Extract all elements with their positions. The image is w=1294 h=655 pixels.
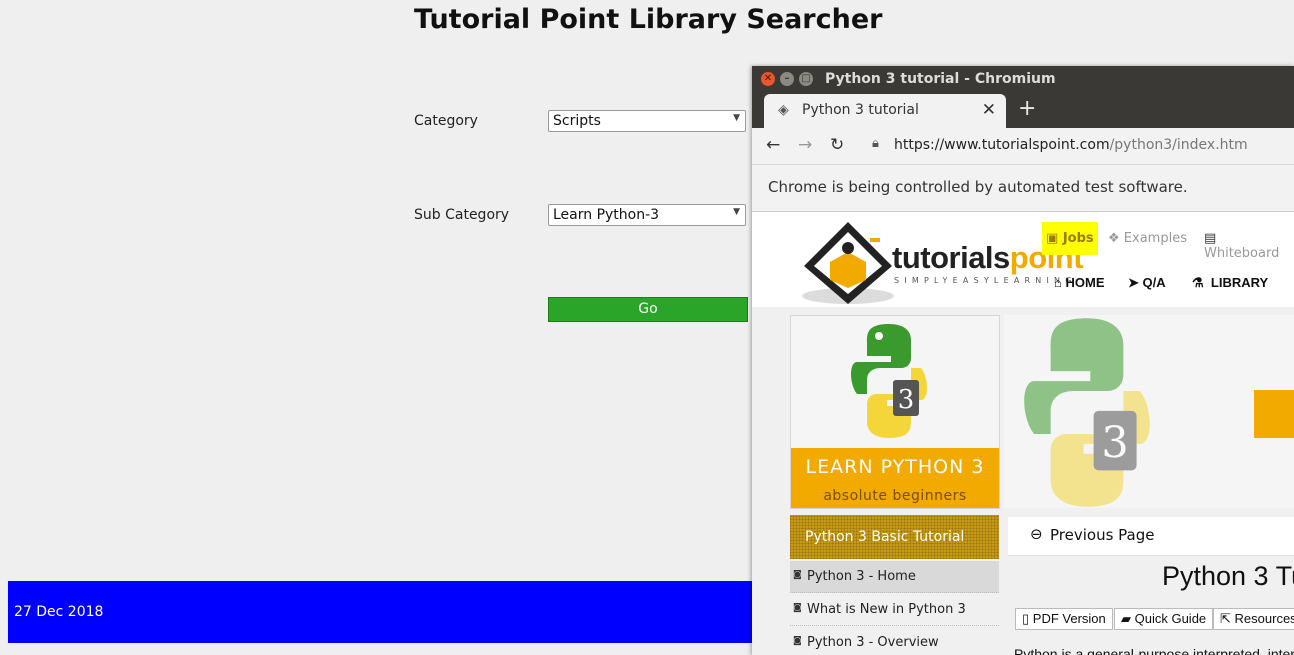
category-label: Category (414, 113, 478, 129)
hero-image: 3 (1004, 315, 1294, 508)
sidenav-item-home[interactable]: ◙ Python 3 - Home (790, 561, 999, 593)
tab-title: Python 3 tutorial (802, 102, 919, 118)
minimize-window-icon[interactable]: – (780, 72, 794, 86)
sidenav-heading: Python 3 Basic Tutorial (790, 515, 999, 559)
sidenav-item-whats-new[interactable]: ◙ What is New in Python 3 (790, 594, 999, 626)
subcategory-label: Sub Category (414, 207, 510, 223)
tutorialspoint-logo-icon[interactable] (800, 218, 896, 308)
svg-text:3: 3 (1101, 418, 1128, 468)
home-icon: ⌂ (1054, 275, 1062, 290)
app-title: Tutorial Point Library Searcher (414, 4, 883, 35)
back-icon[interactable]: ← (766, 135, 780, 155)
logo-main: tutorials (892, 240, 1010, 275)
resources-button[interactable]: ⇱ Resources (1213, 608, 1294, 630)
logo-tagline: SIMPLYEASYLEARNING (894, 276, 1077, 285)
page-content: 3 LEARN PYTHON 3 absolute beginners 3 Py… (752, 307, 1294, 655)
nav-home[interactable]: ⌂ HOME (1054, 275, 1104, 290)
new-tab-icon[interactable]: + (1018, 96, 1036, 121)
category-value: Scripts (553, 113, 601, 129)
whiteboard-icon: ▤ (1204, 231, 1217, 246)
quick-guide-button[interactable]: ▰ Quick Guide (1114, 608, 1214, 630)
circle-arrow-left-icon: ⊖ (1030, 525, 1043, 543)
library-icon: ⚗ (1192, 275, 1204, 290)
url-host: https://www.tutorialspoint.com (894, 137, 1110, 153)
python-logo-faded-icon: 3 (1024, 318, 1150, 507)
go-button[interactable]: Go (548, 297, 748, 322)
bullet-icon: ◙ (793, 603, 802, 613)
pdf-version-button[interactable]: ▯ PDF Version (1015, 608, 1113, 630)
close-tab-icon[interactable]: ✕ (982, 100, 996, 120)
previous-page-link[interactable]: ⊖ Previous Page (1008, 517, 1294, 556)
chevron-down-icon: ▼ (733, 113, 740, 123)
site-header: tutorialspoint SIMPLYEASYLEARNING ▣ Jobs… (752, 212, 1294, 307)
url-path: /python3/index.htm (1109, 137, 1248, 153)
banner-subtitle: absolute beginners (823, 488, 967, 504)
maximize-window-icon[interactable]: □ (799, 72, 813, 86)
pdf-icon: ▯ (1022, 611, 1030, 626)
category-select[interactable]: Scripts ▼ (548, 110, 746, 132)
tab-strip: ◈ Python 3 tutorial ✕ + (752, 92, 1294, 128)
intro-paragraph: Python is a general-purpose interpreted,… (1014, 646, 1294, 655)
nav-qa[interactable]: ➤ Q/A (1128, 275, 1166, 291)
tab-python3[interactable]: ◈ Python 3 tutorial ✕ (764, 94, 1006, 128)
reload-icon[interactable]: ↻ (830, 135, 844, 155)
date-bar: 27 Dec 2018 (8, 581, 754, 643)
nav-library[interactable]: ⚗ LIBRARY (1192, 275, 1268, 291)
briefcase-icon: ▣ (1046, 231, 1059, 246)
automation-infobar: Chrome is being controlled by automated … (752, 165, 1294, 212)
course-banner[interactable]: 3 LEARN PYTHON 3 absolute beginners (790, 315, 1000, 509)
examples-link[interactable]: ❖ Examples (1108, 231, 1187, 246)
infobar-text: Chrome is being controlled by automated … (768, 178, 1188, 196)
subcategory-select[interactable]: Learn Python-3 ▼ (548, 204, 746, 226)
window-titlebar: ✕ – □ Python 3 tutorial - Chromium (752, 66, 1294, 92)
browser-window: ✕ – □ Python 3 tutorial - Chromium ◈ Pyt… (752, 66, 1294, 655)
bullet-icon: ◙ (793, 570, 802, 580)
python-logo-icon: 3 (851, 324, 927, 438)
address-bar[interactable]: https://www.tutorialspoint.com/python3/i… (894, 137, 1248, 153)
svg-text:3: 3 (898, 385, 915, 415)
chevron-down-icon: ▼ (733, 207, 740, 217)
external-link-icon: ⇱ (1220, 611, 1231, 626)
bullet-icon: ◙ (793, 636, 802, 646)
subcategory-value: Learn Python-3 (553, 207, 660, 223)
banner-caption: LEARN PYTHON 3 absolute beginners (791, 448, 999, 508)
hero-orange-block (1254, 390, 1294, 438)
date-label: 27 Dec 2018 (14, 604, 104, 620)
browser-toolbar: ← → ↻ 🔒︎ https://www.tutorialspoint.com/… (752, 128, 1294, 165)
cubes-icon: ❖ (1108, 231, 1120, 246)
close-window-icon[interactable]: ✕ (761, 72, 775, 86)
whiteboard-link[interactable]: ▤ Whiteboard (1204, 231, 1294, 261)
forward-icon[interactable]: → (798, 135, 812, 155)
window-title: Python 3 tutorial - Chromium (825, 71, 1056, 87)
jobs-link[interactable]: ▣ Jobs (1042, 222, 1098, 255)
page-heading: Python 3 Tutorial (1162, 561, 1294, 591)
sidenav-item-overview[interactable]: ◙ Python 3 - Overview (790, 627, 999, 655)
banner-title: LEARN PYTHON 3 (805, 456, 985, 478)
site-favicon-icon: ◈ (778, 102, 789, 118)
paper-plane-icon: ➤ (1128, 275, 1139, 290)
book-icon: ▰ (1121, 611, 1131, 626)
lock-icon[interactable]: 🔒︎ (872, 136, 879, 151)
